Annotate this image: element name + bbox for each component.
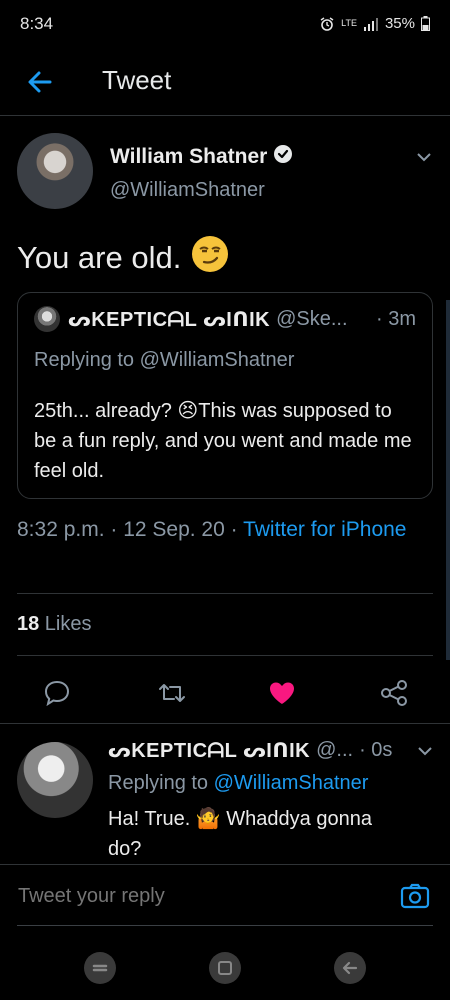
- divider: [17, 655, 433, 656]
- verified-badge-icon: [273, 144, 293, 170]
- quote-time: · 3m: [376, 307, 416, 330]
- battery-percent: 35%: [384, 15, 415, 32]
- tweet-source-link[interactable]: Twitter for iPhone: [243, 518, 406, 541]
- quoted-tweet[interactable]: ᔕKEPTICᗩL ᔕIᑎIK @Ske... · 3m Replying to…: [17, 292, 433, 499]
- author-avatar[interactable]: [17, 133, 93, 209]
- chevron-down-icon[interactable]: [414, 147, 434, 167]
- lte-label: LTE: [341, 18, 357, 28]
- reply-body: Ha! True. 🤷 Whaddya gonna do?: [108, 808, 372, 860]
- tweet-timestamp: 8:32 p.m. · 12 Sep. 20 ·: [17, 518, 244, 541]
- author-name-row[interactable]: William Shatner: [110, 144, 293, 170]
- page-title: Tweet: [102, 65, 172, 95]
- likes-label: Likes: [39, 613, 92, 635]
- status-time: 8:34: [20, 14, 54, 33]
- author-handle[interactable]: @WilliamShatner: [110, 179, 265, 202]
- quote-body: 25th... already? 😣This was supposed to b…: [34, 400, 412, 482]
- reply-icon[interactable]: [41, 677, 73, 709]
- quote-author-name: ᔕKEPTICᗩL ᔕIᑎIK: [68, 308, 271, 331]
- share-icon[interactable]: [378, 677, 410, 709]
- tweet-actions: [0, 671, 450, 715]
- quote-replying-to: Replying to @WilliamShatner: [34, 349, 295, 371]
- quote-author-handle: @Ske...: [276, 307, 348, 330]
- divider: [17, 593, 433, 594]
- reply-author-handle: @...: [316, 739, 354, 761]
- tweet-text: You are old.: [17, 240, 182, 275]
- reply-avatar[interactable]: [17, 742, 93, 818]
- replying-label: Replying to: [108, 772, 214, 794]
- smirk-emoji-icon: [191, 235, 229, 281]
- alarm-icon: [319, 16, 335, 32]
- status-icons: LTE 35%: [319, 15, 430, 32]
- reply-tweet[interactable]: ᔕKEPTICᗩL ᔕIᑎIK @... · 0s Replying to @W…: [0, 723, 450, 863]
- reply-input[interactable]: [18, 885, 378, 908]
- back-nav-icon[interactable]: [334, 952, 366, 984]
- mention-link[interactable]: @WilliamShatner: [214, 772, 369, 794]
- system-nav-bar: [0, 940, 450, 1000]
- input-underline: [17, 925, 433, 926]
- tweet-meta: 8:32 p.m. · 12 Sep. 20 · Twitter for iPh…: [17, 515, 417, 545]
- scrollbar[interactable]: [446, 300, 450, 660]
- battery-icon: [421, 16, 430, 31]
- chevron-down-icon[interactable]: [416, 742, 434, 760]
- compose-bar: [0, 864, 450, 926]
- reply-time: · 0s: [359, 739, 393, 761]
- signal-icon: [363, 17, 379, 31]
- like-heart-icon[interactable]: [266, 677, 298, 709]
- quote-header: ᔕKEPTICᗩL ᔕIᑎIK @Ske... · 3m: [34, 306, 416, 332]
- status-bar: 8:34 LTE 35%: [0, 0, 450, 50]
- quote-avatar: [34, 306, 60, 332]
- likes-count: 18: [17, 613, 40, 635]
- retweet-icon[interactable]: [156, 677, 188, 709]
- reply-author-name[interactable]: ᔕKEPTICᗩL ᔕIᑎIK: [108, 738, 310, 763]
- author-name[interactable]: William Shatner: [110, 145, 267, 169]
- reply-header: ᔕKEPTICᗩL ᔕIᑎIK @... · 0s: [108, 738, 434, 763]
- recents-nav-icon[interactable]: [84, 952, 116, 984]
- camera-icon[interactable]: [400, 881, 430, 911]
- reply-replying-to: Replying to @WilliamShatner: [108, 772, 368, 795]
- back-arrow-icon[interactable]: [24, 66, 56, 98]
- likes-count-row[interactable]: 18 Likes: [17, 613, 92, 636]
- header: Tweet: [0, 50, 450, 116]
- home-nav-icon[interactable]: [209, 952, 241, 984]
- tweet-text-row: You are old.: [17, 235, 229, 281]
